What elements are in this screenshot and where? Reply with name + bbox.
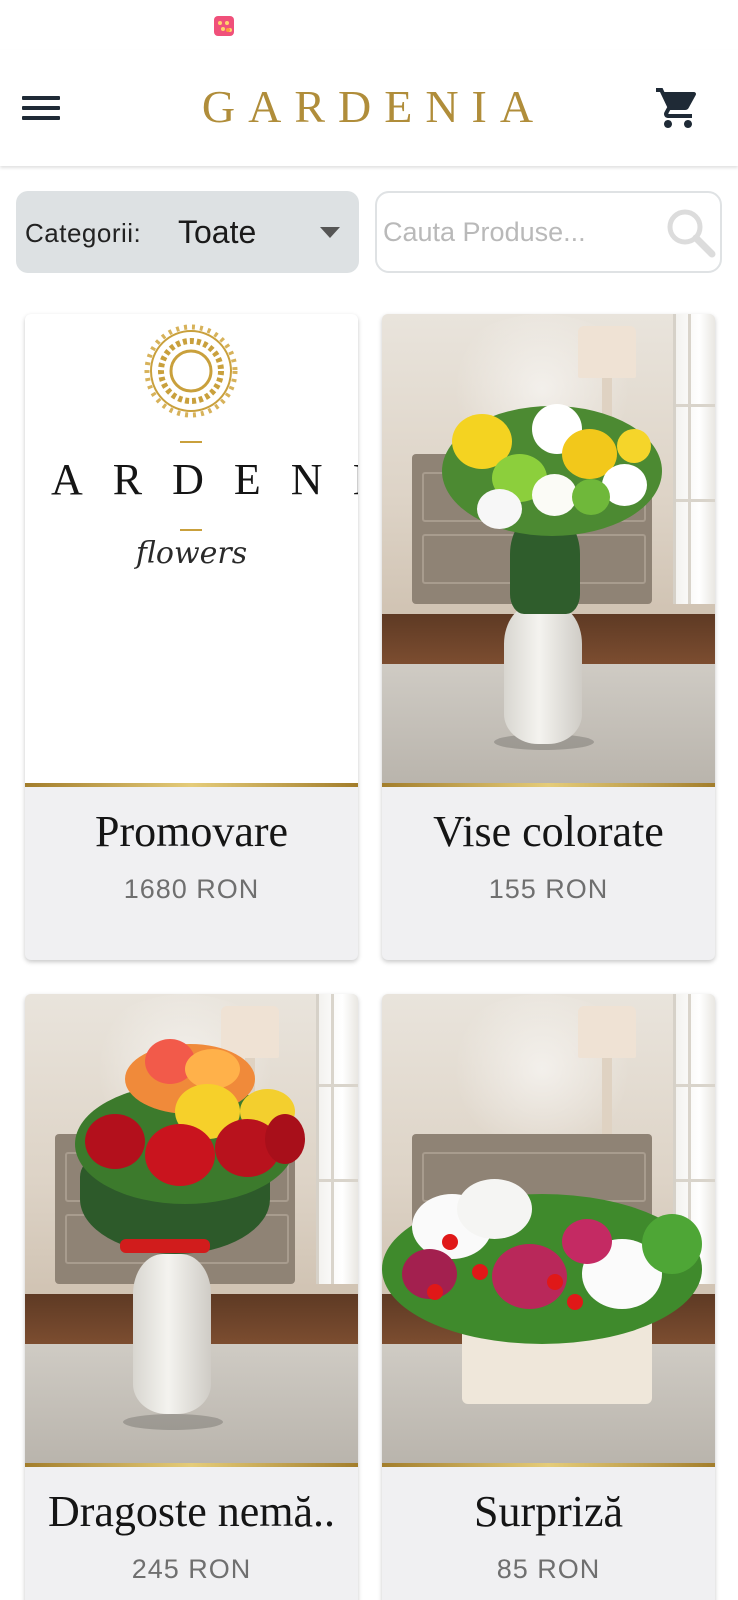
search-input[interactable] [383,209,653,255]
product-image [382,994,715,1464]
logo-wordmark: ARDENI [51,455,358,504]
app-header: GARDENIA [0,50,738,166]
product-title: Promovare [94,807,289,856]
category-label: Categorii: [25,218,142,248]
card-divider [25,1463,358,1467]
product-title: Vise colorate [433,807,664,856]
search-icon[interactable] [663,205,719,261]
product-card[interactable]: ARDENI flowers Promovare 1680 RON [25,314,358,960]
product-price: 155 RON [488,874,609,904]
dropdown-arrow-icon [320,227,340,238]
logo-script: flowers [135,536,248,571]
card-divider [25,783,358,787]
product-card[interactable]: Vise colorate 155 RON [382,314,715,960]
category-select[interactable]: Categorii: Toate [16,191,359,273]
product-title: Dragoste nemă.. [47,1487,336,1536]
category-value: Toate [178,214,257,250]
product-card[interactable]: Dragoste nemă.. 245 RON [25,994,358,1600]
product-image [25,994,358,1464]
product-image [382,314,715,784]
brand-title[interactable]: GARDENIA [0,80,738,133]
card-divider [382,1463,715,1467]
search-box [375,191,722,273]
card-divider [382,783,715,787]
product-price: 1680 RON [123,874,260,904]
product-price: 245 RON [131,1554,252,1584]
product-price: 85 RON [496,1554,601,1584]
cart-icon[interactable] [654,84,702,132]
status-bar [0,0,738,50]
product-title: Surpriză [473,1487,624,1536]
app-notification-icon [214,16,234,36]
product-card[interactable]: Surpriză 85 RON [382,994,715,1600]
product-image: ARDENI flowers [25,314,358,784]
